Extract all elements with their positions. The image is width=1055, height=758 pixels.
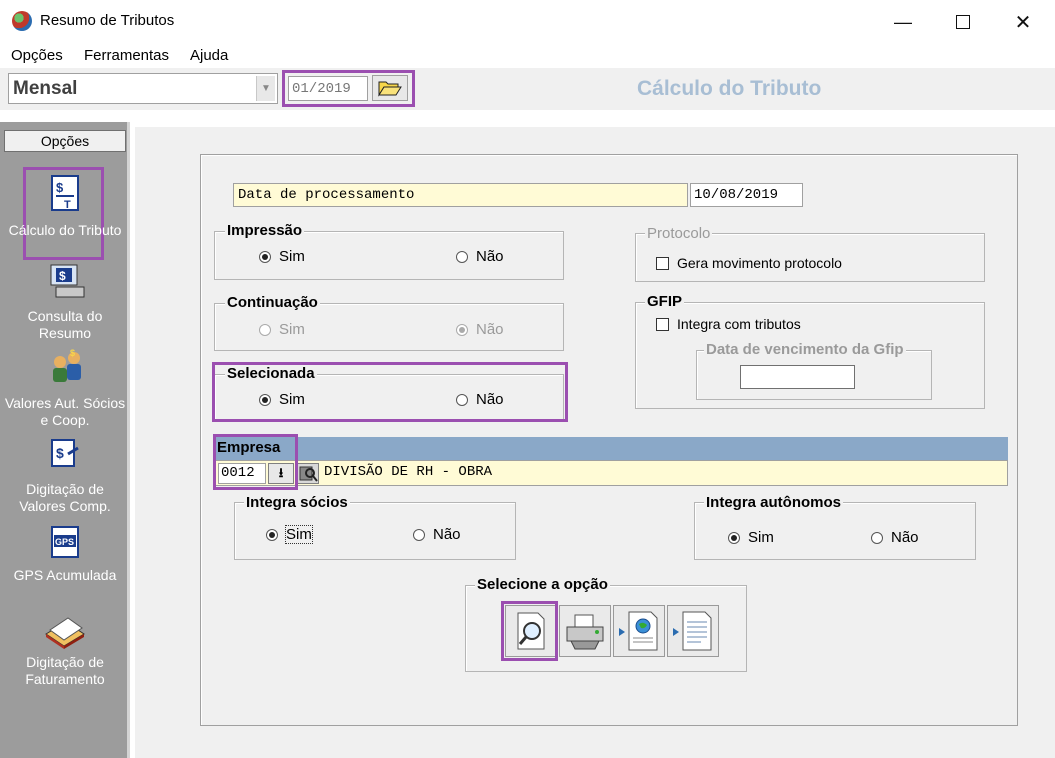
export-web-icon: [619, 611, 658, 651]
selecionada-no-option[interactable]: Não: [456, 391, 504, 408]
billing-icon[interactable]: [42, 608, 88, 649]
sidebar-item-faturamento[interactable]: Digitação de Faturamento: [4, 654, 126, 688]
maximize-icon: [956, 15, 970, 29]
print-button[interactable]: [559, 605, 611, 657]
radio-selected-icon: [456, 323, 468, 336]
computer-query-icon[interactable]: $: [48, 262, 85, 298]
gps-icon[interactable]: GPS: [48, 524, 84, 560]
chevron-down-icon[interactable]: ▼: [256, 76, 275, 101]
integra-autonomos-no-option[interactable]: Não: [871, 529, 919, 546]
export-web-button[interactable]: [613, 605, 665, 657]
selecione-title: Selecione a opção: [475, 576, 610, 593]
radio-selected-icon[interactable]: [259, 393, 271, 406]
option-label: Não: [891, 529, 919, 546]
continuacao-title: Continuação: [225, 294, 320, 311]
checkbox-icon[interactable]: [656, 256, 669, 270]
svg-text:$: $: [56, 180, 64, 195]
checkbox-label: Integra com tributos: [677, 316, 801, 332]
sidebar-item-consulta[interactable]: Consulta do Resumo: [4, 308, 126, 342]
radio-icon[interactable]: [871, 531, 883, 544]
open-folder-button[interactable]: [372, 75, 408, 101]
period-value: Mensal: [13, 78, 78, 99]
search-company-icon[interactable]: [297, 463, 319, 484]
sidebar-item-valores[interactable]: Valores Aut. Sócios e Coop.: [4, 395, 126, 429]
svg-text:$: $: [56, 445, 64, 461]
radio-icon: [259, 323, 271, 336]
folder-open-icon: [378, 81, 402, 97]
printer-icon: [566, 614, 604, 650]
maximize-button[interactable]: [940, 8, 986, 36]
option-label: Sim: [279, 391, 305, 408]
menu-ajuda[interactable]: Ajuda: [190, 47, 228, 64]
window-title: Resumo de Tributos: [40, 12, 175, 29]
option-label: Não: [433, 526, 461, 543]
svg-text:$: $: [70, 348, 75, 358]
radio-selected-icon[interactable]: [259, 250, 271, 263]
option-label: Sim: [279, 321, 305, 338]
empresa-name: DIVISÃO DE RH - OBRA: [324, 464, 493, 480]
impressao-no-option[interactable]: Não: [456, 248, 504, 265]
protocolo-checkbox[interactable]: Gera movimento protocolo: [656, 255, 842, 271]
selecionada-title: Selecionada: [225, 365, 317, 382]
integra-autonomos-title: Integra autônomos: [704, 494, 844, 511]
empresa-header-bar: [213, 437, 1008, 460]
gfip-due-title: Data de vencimento da Gfip: [704, 341, 906, 358]
option-label: Sim: [748, 529, 774, 546]
sidebar-item-digitacao-valores[interactable]: Digitação de Valores Comp.: [4, 481, 126, 515]
svg-text:$: $: [59, 269, 66, 283]
integra-socios-no-option[interactable]: Não: [413, 526, 461, 543]
sidebar-item-calculo[interactable]: Cálculo do Tributo: [4, 222, 126, 239]
gfip-checkbox[interactable]: Integra com tributos: [656, 316, 801, 332]
selecionada-yes-option[interactable]: Sim: [259, 391, 305, 408]
impressao-yes-option[interactable]: Sim: [259, 248, 305, 265]
preview-highlight: [501, 601, 558, 661]
option-label: Não: [476, 391, 504, 408]
radio-icon[interactable]: [413, 528, 425, 541]
option-label: Sim: [279, 248, 305, 265]
checkbox-label: Gera movimento protocolo: [677, 255, 842, 271]
sidebar-item-gps[interactable]: GPS Acumulada: [4, 567, 126, 584]
processing-date-input[interactable]: 10/08/2019: [690, 183, 803, 207]
gfip-title: GFIP: [645, 293, 685, 310]
option-label: Sim: [285, 525, 313, 544]
export-document-icon: [673, 611, 712, 651]
integra-socios-title: Integra sócios: [244, 494, 350, 511]
export-text-button[interactable]: [667, 605, 719, 657]
integra-autonomos-yes-option[interactable]: Sim: [728, 529, 774, 546]
option-label: Não: [476, 321, 504, 338]
radio-selected-icon[interactable]: [266, 528, 278, 541]
radio-icon[interactable]: [456, 250, 468, 263]
screen-title: Cálculo do Tributo: [637, 77, 822, 100]
svg-text:T: T: [64, 199, 71, 211]
option-label: Não: [476, 248, 504, 265]
empresa-highlight: [213, 434, 298, 490]
svg-text:GPS: GPS: [55, 537, 74, 547]
radio-icon[interactable]: [456, 393, 468, 406]
entry-values-icon[interactable]: $: [48, 436, 84, 472]
checkbox-icon[interactable]: [656, 317, 669, 331]
close-button[interactable]: ✕: [1000, 8, 1046, 36]
menu-ferramentas[interactable]: Ferramentas: [84, 47, 169, 64]
tax-calc-icon[interactable]: $ T: [48, 174, 84, 211]
reference-date-input[interactable]: 01/2019: [288, 76, 368, 101]
radio-selected-icon[interactable]: [728, 531, 740, 544]
processing-date-label: Data de processamento: [233, 183, 688, 207]
gfip-due-input[interactable]: [740, 365, 855, 389]
continuacao-no-option: Não: [456, 321, 504, 338]
sidebar-header: Opções: [4, 130, 126, 152]
continuacao-yes-option: Sim: [259, 321, 305, 338]
app-icon: [12, 11, 32, 31]
minimize-button[interactable]: —: [880, 8, 926, 36]
partners-icon[interactable]: $: [48, 348, 84, 384]
menu-opcoes[interactable]: Opções: [11, 47, 63, 64]
impressao-title: Impressão: [225, 222, 305, 239]
protocolo-title: Protocolo: [645, 225, 713, 242]
integra-socios-yes-option[interactable]: Sim: [266, 525, 313, 544]
